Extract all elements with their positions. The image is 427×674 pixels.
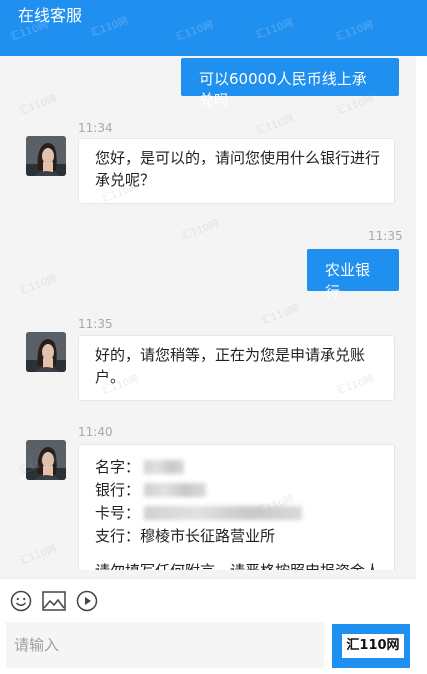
smile-icon[interactable] [9, 589, 33, 613]
redacted-value [144, 459, 185, 474]
field-label: 名字： [95, 457, 141, 476]
field-label: 银行： [95, 480, 141, 499]
composer: 发送 汇110网 [0, 622, 427, 674]
watermark: 汇110网 [174, 19, 215, 44]
account-card-row: 卡号： [95, 501, 380, 524]
watermark: 汇110网 [334, 19, 375, 44]
message-incoming: 好的，请您稍等，正在为您是申请承兑账户。 [78, 335, 395, 401]
watermark: 汇110网 [254, 113, 296, 138]
watermark: 汇110网 [89, 15, 130, 40]
account-branch-row: 支行： 穆棱市长征路营业所 [95, 524, 380, 547]
watermark-logo: 汇110网 [342, 634, 404, 658]
agent-avatar [26, 136, 66, 176]
composer-toolbar [0, 578, 427, 623]
message-incoming: 您好，是可以的，请问您使用什么银行进行承兑呢？ [78, 138, 395, 204]
header-bar: 在线客服 汇110网 汇110网 汇110网 汇110网 汇110网 [0, 0, 427, 56]
field-label: 卡号： [95, 503, 141, 522]
agent-avatar [26, 332, 66, 372]
image-icon[interactable] [41, 589, 67, 613]
message-timestamp: 11:40 [78, 425, 113, 439]
message-timestamp: 11:35 [78, 317, 113, 331]
watermark: 汇110网 [17, 273, 59, 298]
watermark: 汇110网 [17, 93, 59, 118]
message-text: 可以60000人民币线上承兑吗 [199, 70, 367, 109]
page-title: 在线客服 [18, 6, 83, 25]
message-input[interactable] [6, 622, 324, 668]
message-outgoing: 可以60000人民币线上承兑吗 [181, 58, 399, 109]
message-outgoing: 农业银行 [307, 249, 399, 301]
watermark: 汇110网 [17, 543, 59, 568]
watermark: 汇110网 [254, 17, 295, 42]
account-bank-row: 银行： [95, 478, 380, 501]
message-timestamp: 11:35 [368, 229, 403, 243]
account-info-card: 名字： 银行： 卡号： 支行： 穆棱市长征路营业所 请勿填写任何附言，请严格按照… [78, 444, 395, 570]
message-list[interactable]: 可以60000人民币线上承兑吗 11:34 您好，是可以的，请问您使用什么银行进… [0, 56, 427, 570]
agent-avatar [26, 440, 66, 480]
play-icon[interactable] [75, 589, 99, 613]
watermark: 汇110网 [179, 218, 221, 243]
scroll-edge [416, 56, 427, 674]
watermark: 汇110网 [259, 303, 301, 328]
chat-window: 在线客服 汇110网 汇110网 汇110网 汇110网 汇110网 可以600… [0, 0, 427, 674]
message-text: 您好，是可以的，请问您使用什么银行进行承兑呢？ [95, 149, 381, 189]
message-timestamp: 11:34 [78, 121, 113, 135]
message-text: 农业银行 [325, 261, 371, 301]
field-label: 支行： [95, 526, 141, 545]
message-text: 好的，请您稍等，正在为您是申请承兑账户。 [95, 346, 366, 386]
note-text: 请勿填写任何附言，请严格按照申报资金人 [95, 560, 380, 571]
redacted-value [144, 505, 303, 520]
transfer-note: 请勿填写任何附言，请严格按照申报资金人 [95, 559, 380, 571]
redacted-value [144, 482, 207, 497]
account-name-row: 名字： [95, 455, 380, 478]
branch-value: 穆棱市长征路营业所 [140, 526, 276, 545]
